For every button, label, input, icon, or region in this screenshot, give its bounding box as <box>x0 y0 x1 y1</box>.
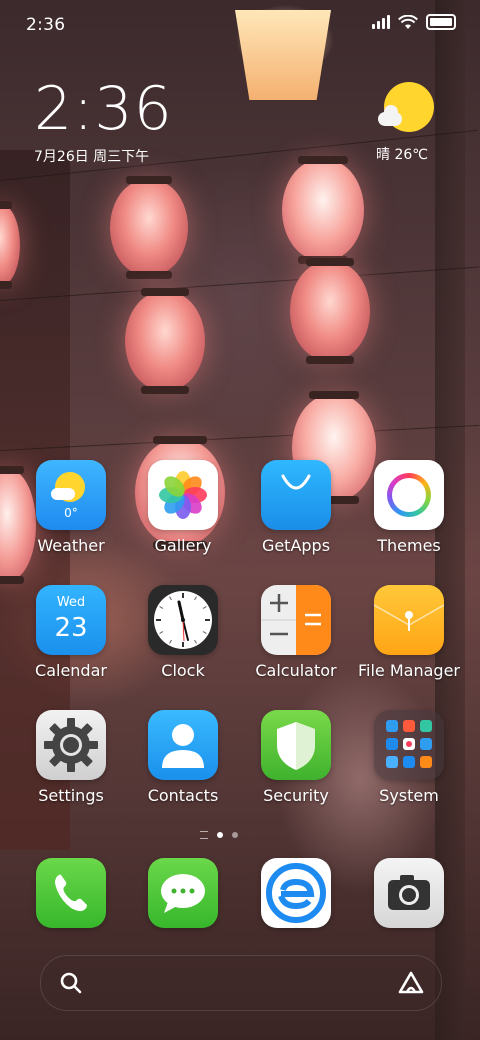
chat-bubble-icon <box>148 858 218 928</box>
sunny-weather-icon <box>378 82 434 132</box>
dock-phone[interactable] <box>15 858 127 928</box>
dock-messaging[interactable] <box>127 858 239 928</box>
wifi-icon <box>398 14 418 29</box>
app-weather[interactable]: 0° Weather <box>15 460 127 555</box>
cellular-signal-icon <box>372 15 390 29</box>
app-contacts[interactable]: Contacts <box>127 710 239 805</box>
app-label: File Manager <box>358 661 460 680</box>
search-bar[interactable] <box>40 955 442 1011</box>
app-themes[interactable]: Themes <box>353 460 465 555</box>
app-file-manager[interactable]: File Manager <box>353 585 465 680</box>
camera-icon <box>374 858 444 928</box>
app-label: Weather <box>37 536 105 555</box>
system-folder-icon <box>374 710 444 780</box>
widget-date: 7月26日 周三下午 <box>34 149 150 165</box>
clock-face-icon <box>148 585 218 655</box>
calendar-icon: Wed 23 <box>36 585 106 655</box>
person-icon <box>148 710 218 780</box>
app-label: Clock <box>161 661 205 680</box>
app-calendar[interactable]: Wed 23 Calendar <box>15 585 127 680</box>
app-label: Calendar <box>35 661 107 680</box>
phone-icon <box>36 858 106 928</box>
shield-icon <box>261 710 331 780</box>
app-label: Contacts <box>147 786 219 805</box>
app-label: Settings <box>38 786 104 805</box>
page-indicator[interactable] <box>200 831 238 839</box>
weather-summary: 晴 26℃ <box>376 147 428 163</box>
calendar-day-number: 23 <box>54 613 88 643</box>
weather-widget[interactable]: 晴 26℃ <box>374 82 444 164</box>
clock-widget[interactable]: 2:36 7月26日 周三下午 <box>34 78 173 166</box>
battery-icon <box>426 14 456 30</box>
app-label: Security <box>263 786 329 805</box>
dock-camera[interactable] <box>353 858 465 928</box>
gallery-flower-icon <box>148 460 218 530</box>
app-label: Calculator <box>255 661 337 680</box>
home-lines-icon <box>200 831 208 839</box>
weather-app-icon: 0° <box>36 460 106 530</box>
app-label: System <box>379 786 439 805</box>
status-time: 2:36 <box>26 15 66 35</box>
browser-e-icon <box>261 858 331 928</box>
shopping-bag-icon <box>261 460 331 530</box>
dock-browser[interactable] <box>240 858 352 928</box>
folder-icon <box>374 585 444 655</box>
app-calculator[interactable]: Calculator <box>240 585 352 680</box>
page-dot-active[interactable] <box>217 832 223 838</box>
search-icon[interactable] <box>59 971 83 995</box>
status-bar: 2:36 <box>0 0 480 48</box>
widget-time: 2:36 <box>34 74 173 144</box>
app-label: Themes <box>377 536 441 555</box>
app-settings[interactable]: Settings <box>15 710 127 805</box>
calculator-icon <box>261 585 331 655</box>
app-getapps[interactable]: GetApps <box>240 460 352 555</box>
assistant-icon[interactable] <box>397 969 425 997</box>
app-gallery[interactable]: Gallery <box>127 460 239 555</box>
themes-ring-icon <box>374 460 444 530</box>
weather-app-temp: 0° <box>64 506 78 520</box>
page-dot[interactable] <box>232 832 238 838</box>
gear-icon <box>36 710 106 780</box>
app-label: GetApps <box>261 536 331 555</box>
calendar-day-name: Wed <box>56 595 86 610</box>
app-clock[interactable]: Clock <box>127 585 239 680</box>
app-security[interactable]: Security <box>240 710 352 805</box>
app-label: Gallery <box>154 536 212 555</box>
app-system-folder[interactable]: System <box>353 710 465 805</box>
